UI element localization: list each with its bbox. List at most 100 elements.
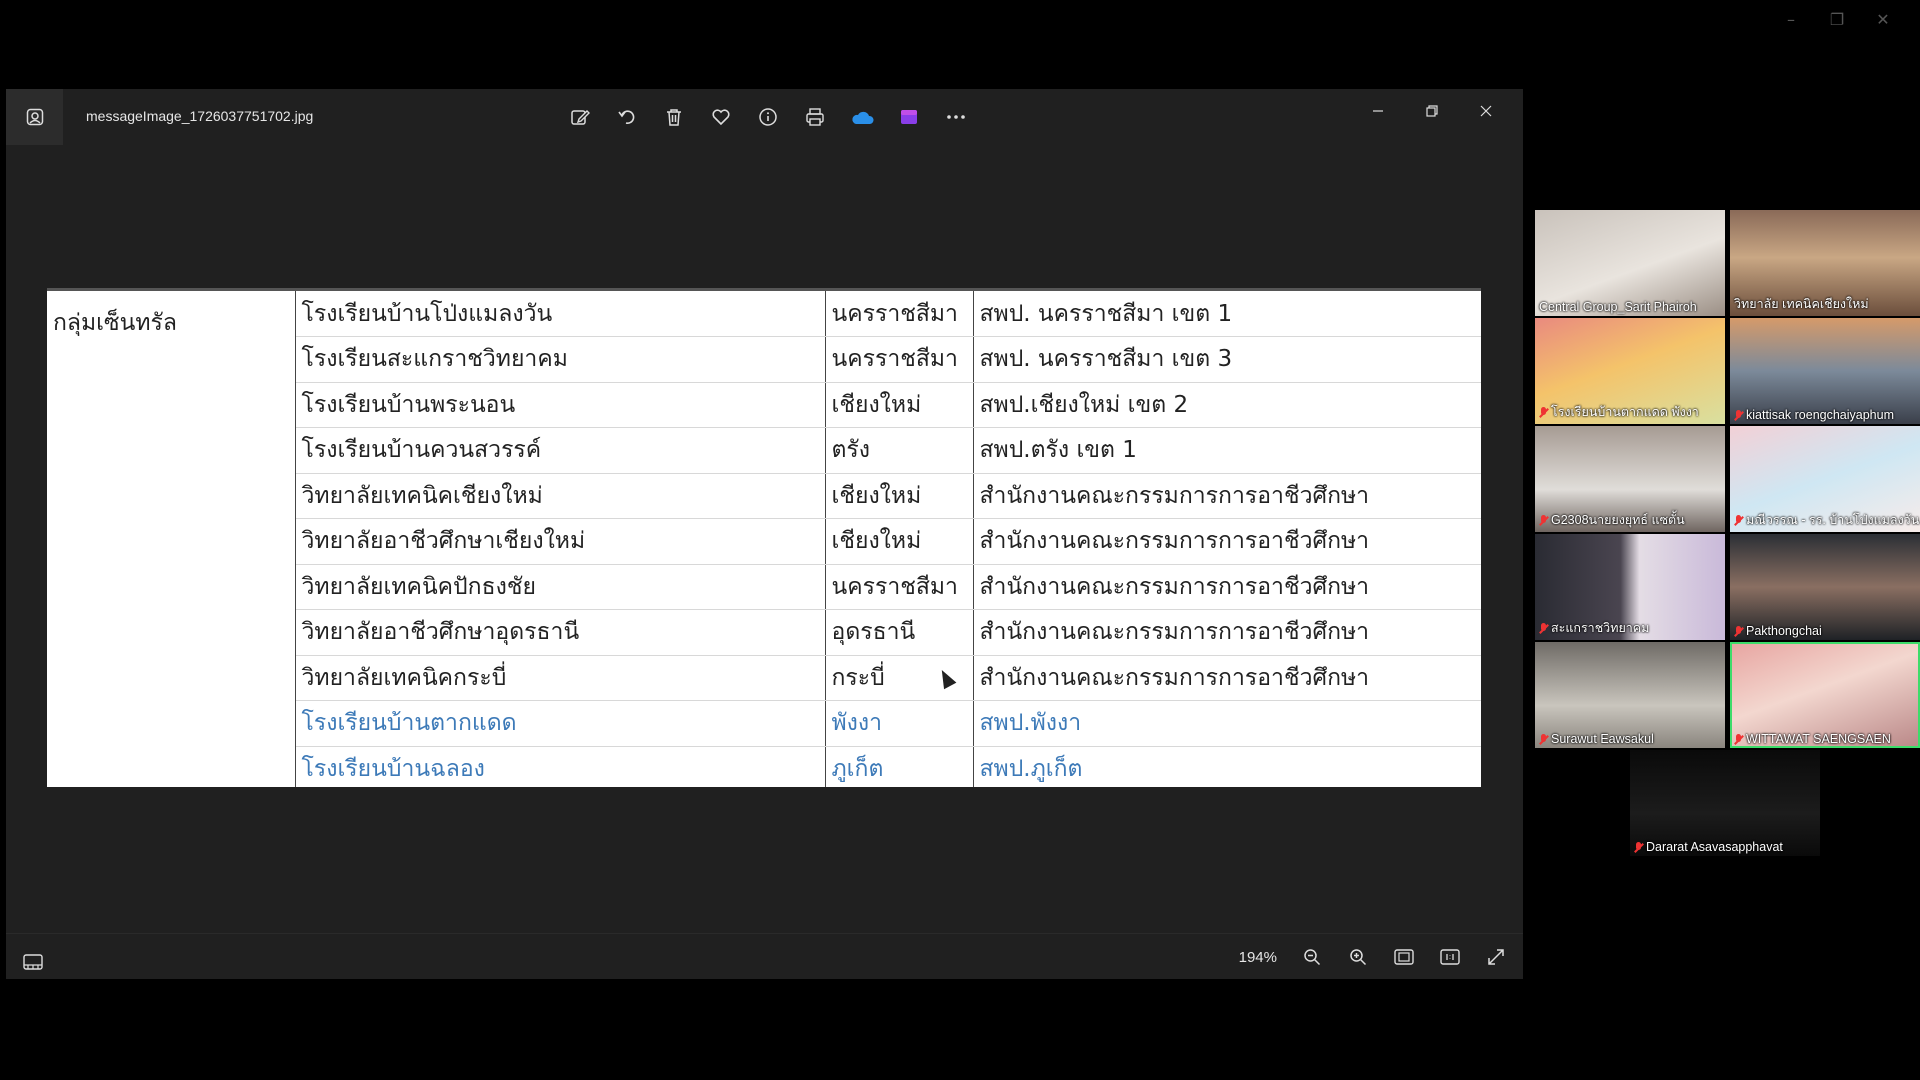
province-cell: เชียงใหม่ — [825, 473, 974, 519]
office-cell: สำนักงานคณะกรรมการการอาชีวศึกษา — [973, 655, 1481, 701]
participant-label: G2308นายยงยุทธ์ แซตั้น — [1539, 510, 1685, 530]
participant-name: โรงเรียนบ้านตากแดด พังงา — [1551, 405, 1699, 419]
school-cell: วิทยาลัยอาชีวศึกษาอุดรธานี — [295, 609, 826, 656]
table-row: กลุ่มเซ็นทรัล โรงเรียนบ้านโป่งแมลงวัน นครร… — [47, 291, 1481, 787]
title-bar: messageImage_1726037751702.jpg — [6, 89, 1523, 145]
participant-tile[interactable]: มณีวรรณ - รร. บ้านโป่งแมลงวัน — [1730, 426, 1920, 532]
actual-size-icon[interactable] — [1433, 940, 1467, 974]
minimize-icon[interactable] — [1351, 95, 1405, 127]
school-cell: วิทยาลัยเทคนิคกระบี่ — [295, 655, 826, 701]
muted-mic-icon — [1539, 514, 1548, 526]
bottom-bar: 194% — [6, 933, 1523, 979]
group-cell: กลุ่มเซ็นทรัล — [47, 291, 296, 787]
office-cell: สำนักงานคณะกรรมการการอาชีวศึกษา — [973, 564, 1481, 610]
favorite-icon[interactable] — [705, 101, 737, 133]
displayed-image: กลุ่มเซ็นทรัล โรงเรียนบ้านโป่งแมลงวัน นครร… — [47, 288, 1481, 787]
office-cell: สพป.เชียงใหม่ เขต 2 — [973, 382, 1481, 428]
participant-tile[interactable]: kiattisak roengchaiyaphum — [1730, 318, 1920, 424]
school-cell: โรงเรียนบ้านควนสวรรค์ — [295, 427, 826, 474]
participant-tile[interactable]: G2308นายยงยุทธ์ แซตั้น — [1535, 426, 1725, 532]
office-cell: สำนักงานคณะกรรมการการอาชีวศึกษา — [973, 473, 1481, 519]
host-minimize-icon[interactable]: – — [1768, 8, 1814, 32]
muted-mic-icon — [1539, 406, 1548, 418]
participant-name: มณีวรรณ - รร. บ้านโป่งแมลงวัน — [1746, 513, 1920, 527]
office-cell: สำนักงานคณะกรรมการการอาชีวศึกษา — [973, 609, 1481, 656]
zoom-in-icon[interactable] — [1341, 940, 1375, 974]
school-cell: วิทยาลัยเทคนิคปักธงชัย — [295, 564, 826, 610]
participant-name: Central Group_Sarit Phairoh — [1539, 300, 1697, 314]
print-icon[interactable] — [799, 101, 831, 133]
filmstrip-icon[interactable] — [16, 945, 50, 979]
participant-tile[interactable]: Dararat Asavasapphavat — [1630, 750, 1820, 856]
close-icon[interactable] — [1459, 95, 1513, 127]
participant-name: WITTAWAT SAENGSAEN — [1746, 732, 1891, 746]
muted-mic-icon — [1734, 625, 1743, 637]
fullscreen-icon[interactable] — [1479, 940, 1513, 974]
participant-label: สะแกราชวิทยาคม — [1539, 618, 1649, 638]
host-close-icon[interactable]: ✕ — [1860, 8, 1906, 32]
photos-app-icon[interactable] — [6, 89, 63, 145]
office-cell: สพป. นครราชสีมา เขต 3 — [973, 336, 1481, 383]
school-cell: โรงเรียนบ้านตากแดด — [295, 700, 826, 747]
host-restore-icon[interactable]: ❐ — [1814, 8, 1860, 32]
province-cell: นครราชสีมา — [825, 336, 974, 383]
file-name: messageImage_1726037751702.jpg — [86, 108, 314, 124]
province-cell: ตรัง — [825, 427, 974, 474]
school-cell: โรงเรียนสะแกราชวิทยาคม — [295, 336, 826, 383]
province-cell: อุดรธานี — [825, 609, 974, 656]
province-cell: เชียงใหม่ — [825, 382, 974, 428]
muted-mic-icon — [1539, 622, 1548, 634]
participant-name: kiattisak roengchaiyaphum — [1746, 408, 1894, 422]
school-table: กลุ่มเซ็นทรัล โรงเรียนบ้านโป่งแมลงวัน นครร… — [47, 291, 1481, 787]
participant-label: Pakthongchai — [1734, 624, 1822, 638]
rotate-icon[interactable] — [611, 101, 643, 133]
school-cell: โรงเรียนบ้านฉลอง — [295, 746, 826, 787]
muted-mic-icon — [1634, 841, 1643, 853]
clipchamp-icon[interactable] — [893, 101, 925, 133]
participant-tile[interactable]: WITTAWAT SAENGSAEN — [1730, 642, 1920, 748]
viewer-toolbar — [564, 101, 972, 133]
participant-tile[interactable]: Central Group_Sarit Phairoh — [1535, 210, 1725, 316]
participant-name: วิทยาลัย เทคนิคเชียงใหม่ — [1734, 297, 1869, 311]
zoom-controls: 194% — [1239, 940, 1513, 974]
participant-label: Surawut Eawsakul — [1539, 732, 1654, 746]
participant-name: สะแกราชวิทยาคม — [1551, 621, 1650, 635]
edit-icon[interactable] — [564, 101, 596, 133]
participant-name: Pakthongchai — [1746, 624, 1822, 638]
restore-icon[interactable] — [1405, 95, 1459, 127]
province-cell: เชียงใหม่ — [825, 518, 974, 565]
info-icon[interactable] — [752, 101, 784, 133]
school-cell: วิทยาลัยอาชีวศึกษาเชียงใหม่ — [295, 518, 826, 565]
participant-tile[interactable]: สะแกราชวิทยาคม — [1535, 534, 1725, 640]
participant-label: โรงเรียนบ้านตากแดด พังงา — [1539, 402, 1699, 422]
school-cell: โรงเรียนบ้านพระนอน — [295, 382, 826, 428]
fit-to-window-icon[interactable] — [1387, 940, 1421, 974]
participant-label: Central Group_Sarit Phairoh — [1539, 300, 1697, 314]
muted-mic-icon — [1734, 409, 1743, 421]
host-window-controls: – ❐ ✕ — [1768, 8, 1906, 32]
participant-label: WITTAWAT SAENGSAEN — [1734, 732, 1891, 746]
zoom-out-icon[interactable] — [1295, 940, 1329, 974]
onedrive-icon[interactable] — [846, 101, 878, 133]
participant-tile[interactable]: Pakthongchai — [1730, 534, 1920, 640]
school-cell: วิทยาลัยเทคนิคเชียงใหม่ — [295, 473, 826, 519]
school-cell: โรงเรียนบ้านโป่งแมลงวัน — [295, 291, 826, 337]
participant-name: Surawut Eawsakul — [1551, 732, 1654, 746]
participant-name: G2308นายยงยุทธ์ แซตั้น — [1551, 513, 1685, 527]
participant-label: วิทยาลัย เทคนิคเชียงใหม่ — [1734, 294, 1869, 314]
participant-tile[interactable]: Surawut Eawsakul — [1535, 642, 1725, 748]
participant-tile[interactable]: โรงเรียนบ้านตากแดด พังงา — [1535, 318, 1725, 424]
viewer-window-controls — [1351, 95, 1513, 127]
participant-label: มณีวรรณ - รร. บ้านโป่งแมลงวัน — [1734, 510, 1919, 530]
delete-icon[interactable] — [658, 101, 690, 133]
province-cell: นครราชสีมา — [825, 291, 974, 337]
more-icon[interactable] — [940, 101, 972, 133]
participant-label: Dararat Asavasapphavat — [1634, 840, 1783, 854]
participant-tile[interactable]: วิทยาลัย เทคนิคเชียงใหม่ — [1730, 210, 1920, 316]
participant-label: kiattisak roengchaiyaphum — [1734, 408, 1894, 422]
muted-mic-icon — [1734, 514, 1743, 526]
office-cell: สพป.พังงา — [973, 700, 1481, 747]
muted-mic-icon — [1539, 733, 1548, 745]
participant-name: Dararat Asavasapphavat — [1646, 840, 1783, 854]
province-cell: ภูเก็ต — [825, 746, 974, 787]
